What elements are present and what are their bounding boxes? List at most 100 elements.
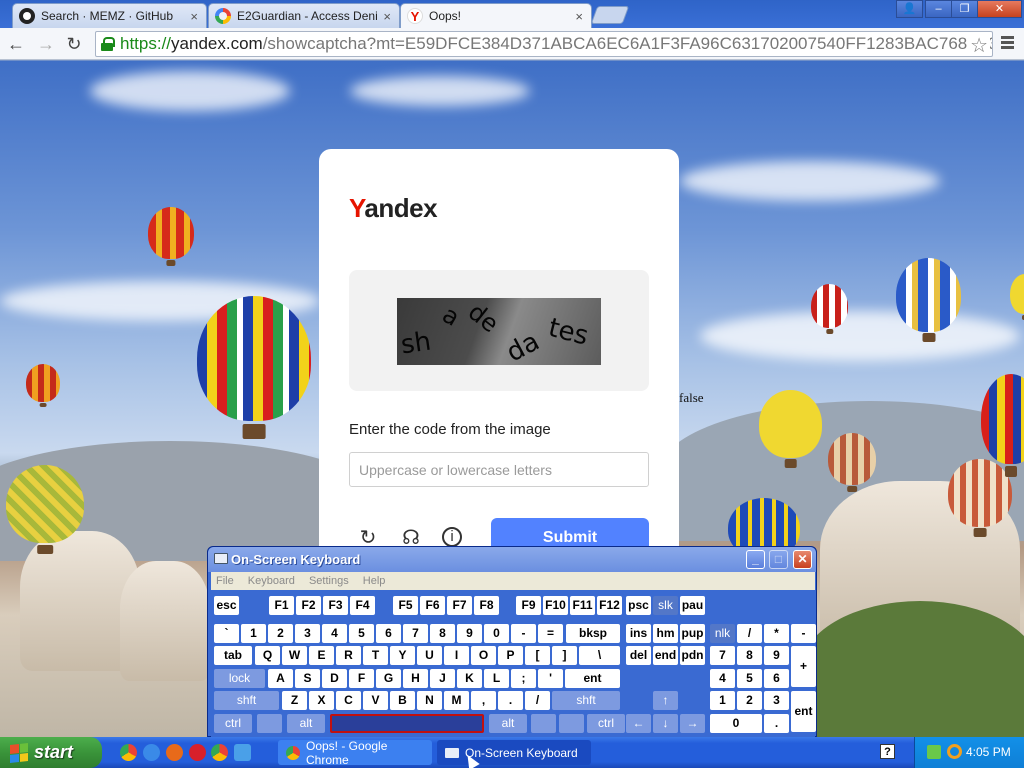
key-q[interactable]: Q — [255, 646, 280, 665]
key-f7[interactable]: F7 — [447, 596, 472, 615]
key-v[interactable]: V — [363, 691, 388, 710]
key-j[interactable]: J — [430, 669, 455, 688]
bookmark-star-icon[interactable]: ☆ — [968, 33, 990, 56]
key-8[interactable]: 8 — [737, 646, 762, 665]
key-z[interactable]: Z — [282, 691, 307, 710]
key-t[interactable]: T — [363, 646, 388, 665]
key-u61[interactable]: = — [538, 624, 563, 643]
info-icon[interactable]: i — [442, 527, 462, 547]
key-3[interactable]: 3 — [764, 691, 789, 710]
key-l[interactable]: L — [484, 669, 509, 688]
key-f12[interactable]: F12 — [597, 596, 622, 615]
key-pau[interactable]: pau — [680, 596, 705, 615]
spacebar[interactable] — [330, 714, 484, 733]
key-f2[interactable]: F2 — [296, 596, 321, 615]
key-u8592[interactable]: ← — [626, 714, 651, 733]
chrome-icon[interactable] — [120, 744, 137, 761]
tab-close-icon[interactable]: × — [575, 9, 583, 24]
key-6[interactable]: 6 — [764, 669, 789, 688]
key-u39[interactable]: ' — [538, 669, 563, 688]
osk-close-button[interactable]: ✕ — [793, 550, 812, 569]
key-s[interactable]: S — [295, 669, 320, 688]
key-9[interactable]: 9 — [457, 624, 482, 643]
key-tab[interactable]: tab — [214, 646, 252, 665]
key-f8[interactable]: F8 — [474, 596, 499, 615]
key-u96[interactable]: ` — [214, 624, 239, 643]
key-y[interactable]: Y — [390, 646, 415, 665]
opera-icon[interactable] — [189, 744, 206, 761]
key-ctrl[interactable]: ctrl — [587, 714, 625, 733]
tab-close-icon[interactable]: × — [190, 9, 198, 24]
close-window-button[interactable]: ✕ — [977, 0, 1022, 18]
key-alt[interactable]: alt — [489, 714, 527, 733]
key-r[interactable]: R — [336, 646, 361, 665]
key-p[interactable]: P — [498, 646, 523, 665]
key-u42[interactable]: * — [764, 624, 789, 643]
key-9[interactable]: 9 — [764, 646, 789, 665]
key-pup[interactable]: pup — [680, 624, 705, 643]
key-u8593[interactable]: ↑ — [653, 691, 678, 710]
key-u47[interactable]: / — [525, 691, 550, 710]
minimize-button[interactable]: – — [925, 0, 952, 18]
key-5[interactable]: 5 — [349, 624, 374, 643]
task-osk[interactable]: On-Screen Keyboard — [437, 740, 591, 765]
address-bar[interactable]: https:// yandex.com /showcaptcha?mt=E59D… — [95, 31, 993, 57]
key-slk[interactable]: slk — [653, 596, 678, 615]
key-x[interactable]: X — [309, 691, 334, 710]
tab-e2guardian[interactable]: E2Guardian - Access Denied × — [208, 3, 400, 28]
key-k[interactable]: K — [457, 669, 482, 688]
key-5[interactable]: 5 — [737, 669, 762, 688]
key-4[interactable]: 4 — [322, 624, 347, 643]
key-u45[interactable]: - — [791, 624, 816, 643]
reload-icon[interactable]: ↻ — [64, 34, 84, 54]
key-pdn[interactable]: pdn — [680, 646, 705, 665]
key-u91[interactable]: [ — [525, 646, 550, 665]
key-f[interactable]: F — [349, 669, 374, 688]
key-u92[interactable]: \ — [579, 646, 620, 665]
key-h[interactable]: H — [403, 669, 428, 688]
key-f10[interactable]: F10 — [543, 596, 568, 615]
key-a[interactable]: A — [268, 669, 293, 688]
key-shft[interactable]: shft — [214, 691, 279, 710]
key-o[interactable]: O — [471, 646, 496, 665]
new-tab-button[interactable] — [590, 6, 630, 24]
chrome-menu-icon[interactable] — [997, 34, 1017, 54]
network-icon[interactable] — [927, 745, 941, 759]
key-1[interactable]: 1 — [710, 691, 735, 710]
search-icon[interactable] — [947, 744, 962, 759]
key-hm[interactable]: hm — [653, 624, 678, 643]
tab-github-search[interactable]: Search · MEMZ · GitHub × — [12, 3, 207, 28]
maximize-button[interactable]: ❐ — [951, 0, 978, 18]
key-e[interactable]: E — [309, 646, 334, 665]
key-ctrl[interactable]: ctrl — [214, 714, 252, 733]
firefox-icon[interactable] — [166, 744, 183, 761]
forward-arrow-icon[interactable]: → — [36, 34, 56, 54]
key-ent[interactable]: ent — [565, 669, 620, 688]
key-i[interactable]: I — [444, 646, 469, 665]
user-icon[interactable]: 👤 — [896, 0, 923, 18]
key-bksp[interactable]: bksp — [566, 624, 620, 643]
yandex-logo[interactable]: Yandex — [349, 193, 438, 224]
menu-settings[interactable]: Settings — [309, 572, 349, 590]
key-b[interactable]: B — [390, 691, 415, 710]
key-u46[interactable]: . — [764, 714, 789, 733]
captcha-code-input[interactable] — [349, 452, 649, 487]
key-1[interactable]: 1 — [241, 624, 266, 643]
key-u93[interactable]: ] — [552, 646, 577, 665]
key-3[interactable]: 3 — [295, 624, 320, 643]
key-f4[interactable]: F4 — [350, 596, 375, 615]
key-f9[interactable]: F9 — [516, 596, 541, 615]
internet-explorer-icon[interactable] — [143, 744, 160, 761]
key-2[interactable]: 2 — [737, 691, 762, 710]
key-ent[interactable]: ent — [791, 691, 816, 732]
key-u59[interactable]: ; — [511, 669, 536, 688]
tab-close-icon[interactable]: × — [383, 9, 391, 24]
key-u44[interactable]: , — [471, 691, 496, 710]
key-nlk[interactable]: nlk — [710, 624, 735, 643]
key-alt[interactable]: alt — [287, 714, 325, 733]
key-n[interactable]: N — [417, 691, 442, 710]
tab-oops[interactable]: Y Oops! × — [400, 3, 592, 28]
key-0[interactable]: 0 — [484, 624, 509, 643]
key-u8595[interactable]: ↓ — [653, 714, 678, 733]
menu-help[interactable]: Help — [363, 572, 386, 590]
